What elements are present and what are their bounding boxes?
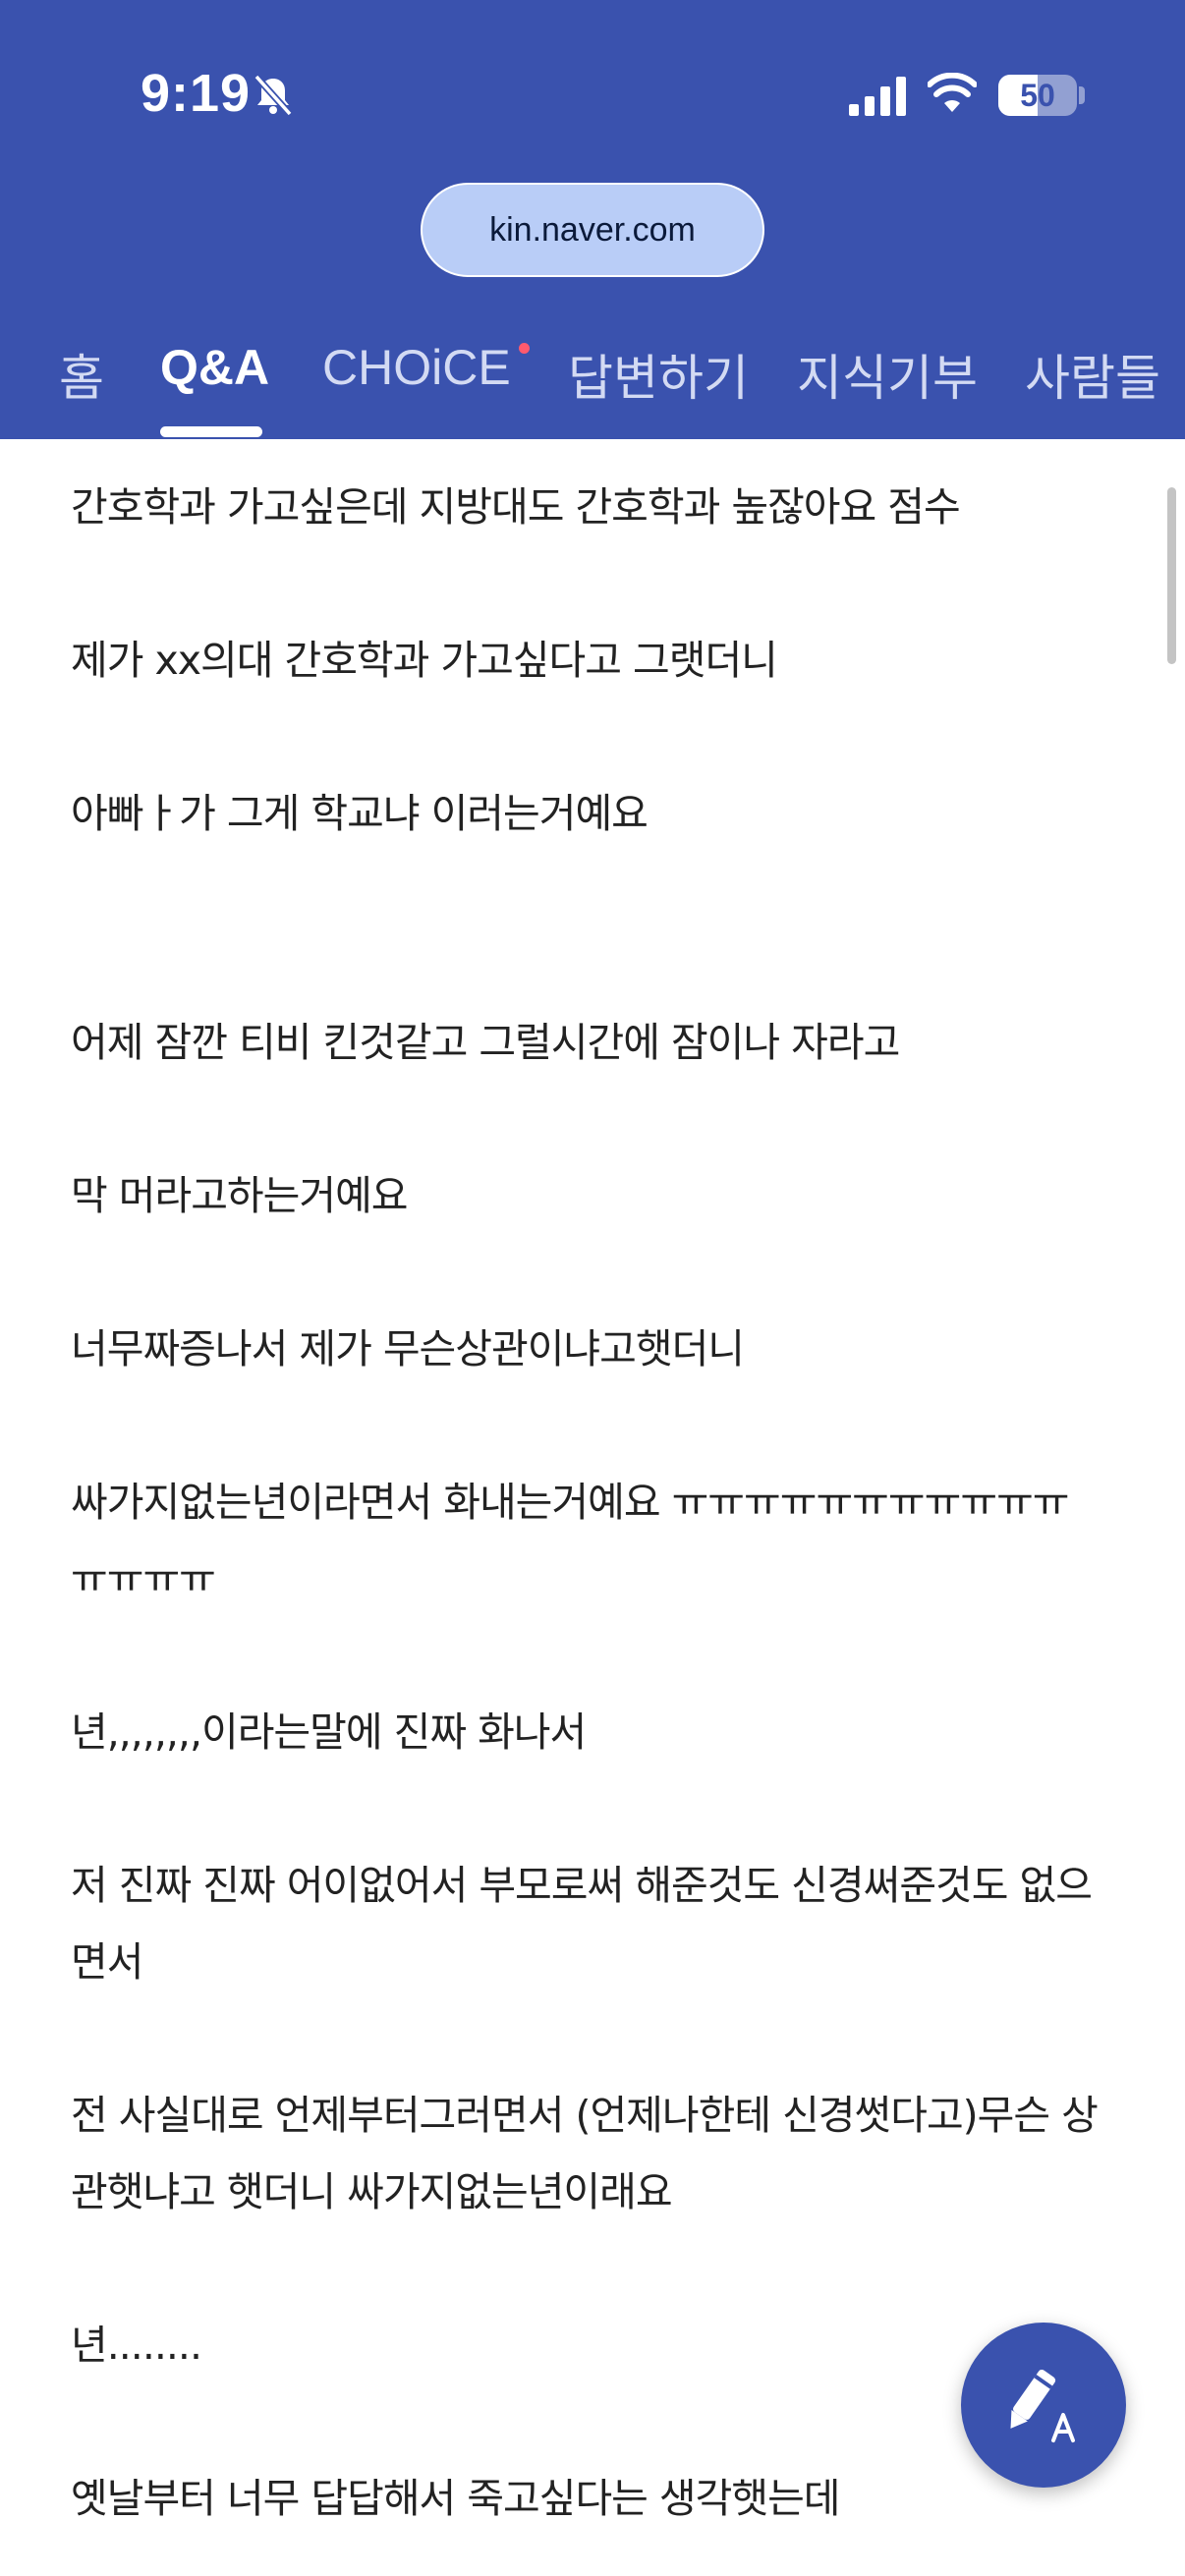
battery-percentage: 50 — [1020, 78, 1055, 113]
scrollbar[interactable] — [1167, 487, 1176, 664]
post-paragraph: 제가 xx의대 간호학과 가고싶다고 그랫더니 — [71, 637, 778, 684]
post-paragraph: 전 사실대로 언제부터그러면서 (언제나한테 신경썻다고)무슨 상관햇냐고 햇더… — [71, 2092, 1099, 2215]
post-paragraph: 년........ — [71, 2322, 202, 2369]
battery-indicator: 50 — [998, 75, 1077, 116]
post-paragraph: 막 머라고하는거예요 — [71, 1172, 409, 1219]
post-paragraph: 간호학과 가고싶은데 지방대도 간호학과 높잖아요 점수 — [71, 483, 961, 531]
new-indicator-dot — [519, 343, 530, 354]
top-app-bar: 9:19 50 kin.naver.com 홈 Q&A CHOiCE 답변하기 … — [0, 0, 1185, 439]
tab-knowledge-donation[interactable]: 지식기부 — [797, 339, 978, 410]
tab-people[interactable]: 사람들 — [1025, 339, 1160, 410]
tab-qna[interactable]: Q&A — [160, 339, 269, 396]
bell-slash-icon — [254, 74, 293, 117]
tab-choice[interactable]: CHOiCE — [322, 339, 511, 396]
pencil-write-icon — [1010, 2369, 1075, 2442]
wifi-icon — [928, 73, 977, 112]
tab-answer[interactable]: 답변하기 — [568, 339, 749, 410]
post-paragraph: 옛날부터 너무 답답해서 죽고싶다는 생각햇는데 — [71, 2475, 841, 2522]
status-time: 9:19 — [141, 64, 252, 123]
battery-cap — [1079, 86, 1085, 104]
url-bar[interactable]: kin.naver.com — [421, 183, 764, 277]
post-paragraph: 싸가지없는년이라면서 화내는거예요 ㅠㅠㅠㅠㅠㅠㅠㅠㅠㅠㅠㅠㅠㅠㅠ — [71, 1479, 1070, 1602]
tab-home[interactable]: 홈 — [59, 339, 104, 410]
post-paragraph: 저 진짜 진짜 어이없어서 부모로써 해준것도 신경써준것도 없으면서 — [71, 1862, 1093, 1986]
post-paragraph: 너무짜증나서 제가 무슨상관이냐고햇더니 — [71, 1325, 745, 1372]
post-paragraph: 아빠ㅏ가 그게 학교냐 이러는거예요 — [71, 790, 649, 837]
write-answer-button[interactable] — [961, 2323, 1126, 2488]
post-paragraph: 년,,,,,,,,이라는말에 진짜 화나서 — [71, 1708, 587, 1756]
active-tab-indicator — [160, 426, 262, 437]
signal-bars-icon — [849, 77, 906, 116]
post-paragraph: 어제 잠깐 티비 킨것같고 그럴시간에 잠이나 자라고 — [71, 1019, 900, 1066]
